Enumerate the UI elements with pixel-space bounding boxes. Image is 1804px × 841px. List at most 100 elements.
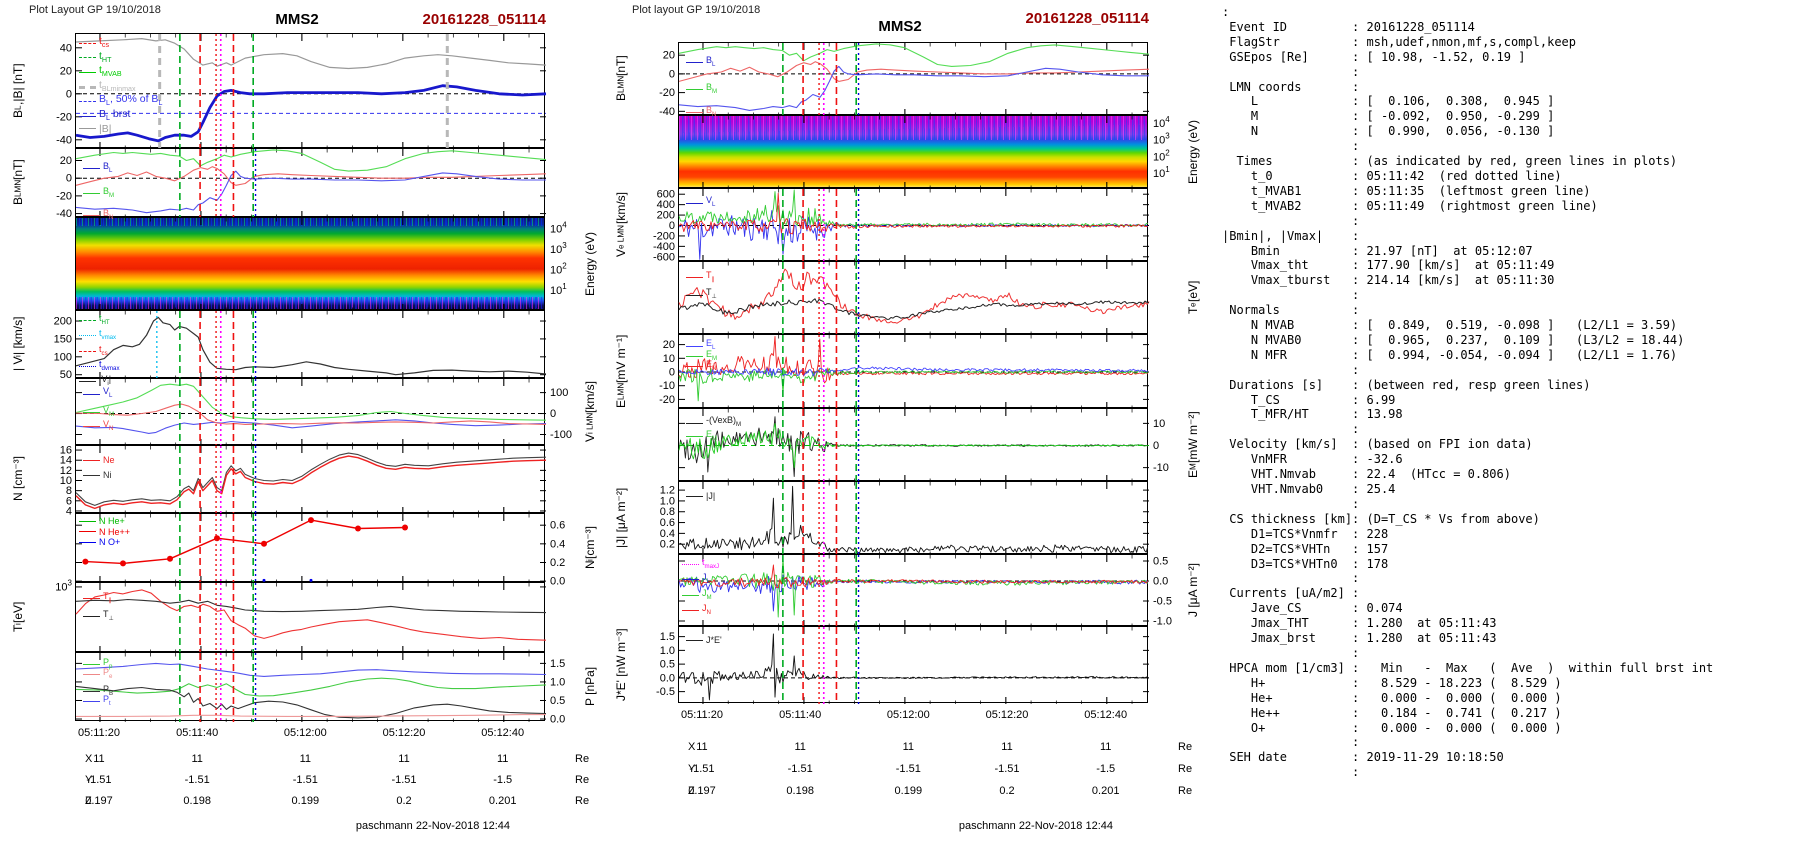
info-line: O+ : 0.000 - 0.000 ( 0.000 ): [1222, 720, 1562, 735]
svg-text:-100: -100: [550, 429, 572, 441]
svg-text:102: 102: [550, 262, 567, 277]
info-line: t_MVAB2 : 05:11:49 (rightmost green line…: [1222, 198, 1598, 213]
vi-mag-legend: tHT tvmax tcs tdvmax |Vi|: [79, 313, 120, 389]
info-line: N MFR : [ 0.994, -0.054, -0.094 ] (L2/L1…: [1222, 347, 1678, 362]
svg-text:0.6: 0.6: [550, 520, 565, 532]
svg-text:102: 102: [1153, 148, 1170, 163]
legend-item: VL: [83, 386, 112, 401]
time-tick-label: 05:11:20: [77, 727, 120, 739]
svg-text:103: 103: [55, 578, 72, 593]
svg-text:0.0: 0.0: [550, 714, 565, 726]
legend-label: |B|: [99, 122, 112, 135]
legend-item: T∥: [686, 270, 715, 285]
time-tick-label: 05:12:40: [1084, 709, 1128, 721]
minor-ion-density-legend: N He+ N He++ N O+: [79, 516, 130, 548]
em-vexb-right-axis-label: EM [mW m⁻²]: [1186, 411, 1200, 478]
vi-lmn-right-axis-label: Vi LMN [km/s]: [583, 380, 597, 443]
legend-line-swatch: [682, 594, 699, 596]
legend-label: tdvmax: [99, 358, 120, 372]
legend-label: tHT: [99, 49, 112, 64]
legend-label: EM: [706, 428, 718, 442]
info-line: Velocity [km/s] : (based on FPI ion data…: [1222, 437, 1533, 452]
spacecraft-title-left: MMS2: [275, 11, 319, 28]
svg-text:103: 103: [1153, 132, 1170, 147]
info-line: N MVAB0 : [ 0.965, 0.237, 0.109 ] (L3/L2…: [1222, 332, 1685, 347]
event-id-left: 20161228_051114: [422, 11, 546, 28]
info-line: :: [1222, 5, 1230, 19]
bl-abs-b-legend: tcs tHT tMVAB tBLminmax BL, 50% of BL BL brst…: [79, 36, 162, 134]
info-line: Jmax_brst : 1.280 at 05:11:43: [1222, 631, 1497, 646]
info-line: :: [1222, 645, 1360, 660]
info-line: H+ : 8.529 - 18.223 ( 8.529 ): [1222, 675, 1562, 690]
legend-line-swatch: [79, 101, 96, 103]
j-mag-y-axis-label: |J| [μA m⁻²]: [614, 487, 628, 548]
position-row-label: X: [688, 741, 696, 753]
legend-item: BL: [83, 161, 112, 176]
density-y-axis-label: N [cm⁻³]: [11, 456, 25, 502]
legend-line-swatch: [686, 88, 703, 90]
legend-item: tcs: [79, 344, 120, 359]
position-value: -1.51: [292, 774, 318, 786]
svg-text:-40: -40: [659, 106, 675, 118]
legend-item: Ni: [83, 470, 112, 481]
legend-item: N O+: [79, 537, 130, 548]
e-lmn-y-axis-label: E LMN [mV m⁻¹]: [614, 334, 628, 408]
vi-mag-chart: 200 150 100 50: [54, 311, 547, 381]
position-unit: Re: [1178, 785, 1193, 797]
legend-item: BM: [83, 186, 114, 201]
info-line: Jmax_THT : 1.280 at 05:11:43: [1222, 616, 1497, 631]
legend-item: VL: [686, 195, 715, 210]
ion-spectrogram-right-axis-label: Energy (eV): [583, 231, 597, 296]
position-unit: Re: [575, 795, 590, 807]
j-lmn-panel: 0.5 0.0 -0.5 -1.0 J [μA m⁻²] tmaxJ JL JM JN: [678, 554, 1200, 628]
legend-line-swatch: [682, 564, 699, 566]
density-chart: 16141210864: [60, 445, 547, 517]
legend-item: T∥: [83, 591, 112, 606]
te-panel: Te [eV] T∥ T⊥: [678, 261, 1200, 335]
info-line: He++ : 0.184 - 0.741 ( 0.217 ): [1222, 705, 1562, 720]
info-line: Jave_CS : 0.074: [1222, 601, 1403, 616]
legend-label: JN: [702, 602, 711, 616]
legend-item: Ne: [83, 455, 115, 466]
legend-item: BN: [686, 105, 716, 120]
legend-line-swatch: [83, 673, 100, 675]
position-unit: Re: [1178, 741, 1193, 753]
info-line: :: [1222, 213, 1360, 228]
legend-item: VN: [83, 419, 113, 434]
legend-item: J*E': [686, 635, 722, 646]
svg-text:-20: -20: [659, 87, 675, 99]
legend-item: JM: [682, 588, 719, 603]
legend-line-swatch: [83, 167, 100, 169]
info-line: :: [1222, 496, 1360, 511]
info-line: :: [1222, 422, 1360, 437]
minor-ion-density-chart: 0.6 0.4 0.2 0.0: [76, 514, 565, 588]
time-tick-label: 05:12:20: [382, 727, 426, 739]
info-line: :: [1222, 765, 1360, 780]
jdote-panel: 1.5 1.0 0.5 0.0 -0.5 J*E' [nW m⁻³] J*E': [614, 626, 1149, 704]
legend-label: Ne: [103, 454, 115, 465]
legend-line-swatch: [686, 345, 703, 347]
legend-line-swatch: [686, 496, 703, 498]
legend-label: tBLminmax: [99, 78, 136, 93]
legend-item: BM: [686, 82, 717, 97]
minor-ion-density-right-axis-label: Ni [cm⁻³]: [583, 525, 597, 570]
info-line: FlagStr : msh,udef,nmon,mf,s,compl,keep: [1222, 34, 1577, 49]
ve-lmn-y-axis-label: Ve LMN [km/s]: [614, 192, 628, 257]
legend-item: tMVAB: [79, 65, 162, 80]
svg-text:1.0: 1.0: [550, 676, 565, 688]
info-line: T_CS : 6.99: [1222, 392, 1396, 407]
legend-line-swatch: [83, 459, 100, 461]
legend-label: |J|: [706, 491, 716, 502]
legend-line-swatch: [79, 115, 96, 117]
svg-text:104: 104: [1153, 115, 1170, 130]
plot-layout-note-left: Plot Layout GP 19/10/2018: [29, 4, 161, 16]
legend-line-swatch: [686, 639, 703, 641]
legend-line-swatch: [79, 71, 96, 73]
jdote-chart: 1.5 1.0 0.50.0 -0.5: [656, 627, 1149, 704]
vi-mag-y-axis-label: | Vi | [km/s]: [11, 316, 25, 372]
svg-text:1.5: 1.5: [660, 631, 675, 643]
minor-ion-density-panel: 0.6 0.4 0.2 0.0 Ni [cm⁻³] N He+ N He++ N O+: [75, 513, 597, 588]
info-line: VnMFR : -32.6: [1222, 452, 1403, 467]
legend-line-swatch: [686, 202, 703, 204]
position-unit: Re: [575, 774, 590, 786]
